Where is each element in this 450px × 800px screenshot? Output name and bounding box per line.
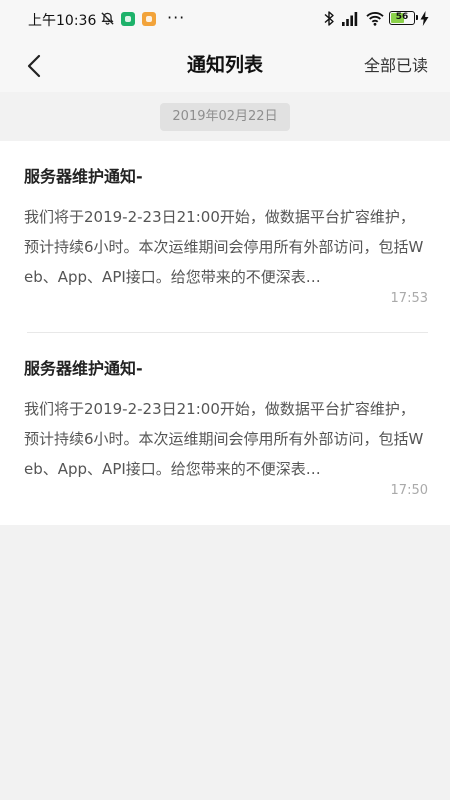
notice-body: 我们将于2019-2-23日21:00开始，做数据平台扩容维护，预计持续6小时。… <box>24 400 424 478</box>
notice-list: 服务器维护通知- 我们将于2019-2-23日21:00开始，做数据平台扩容维护… <box>0 141 450 525</box>
notice-item[interactable]: 服务器维护通知- 我们将于2019-2-23日21:00开始，做数据平台扩容维护… <box>0 141 450 333</box>
notifications-off-icon <box>101 12 114 25</box>
notice-time: 17:53 <box>390 291 428 306</box>
mark-all-read-button[interactable]: 全部已读 <box>364 52 428 76</box>
status-bar: 上午10:36 ··· 56 <box>0 0 450 38</box>
date-label: 2019年02月22日 <box>160 103 290 131</box>
battery-level-text: 56 <box>395 12 409 22</box>
notice-time: 17:50 <box>390 483 428 498</box>
status-time: 上午10:36 <box>28 13 97 29</box>
notice-title: 服务器维护通知- <box>24 167 143 186</box>
wifi-icon <box>366 12 384 26</box>
navigation-bar: 通知列表 全部已读 <box>0 38 450 92</box>
notice-body: 我们将于2019-2-23日21:00开始，做数据平台扩容维护，预计持续6小时。… <box>24 208 424 286</box>
notice-item[interactable]: 服务器维护通知- 我们将于2019-2-23日21:00开始，做数据平台扩容维护… <box>0 333 450 525</box>
cellular-signal-icon <box>342 12 358 26</box>
battery-icon: 56 <box>389 11 418 25</box>
bluetooth-icon <box>324 11 334 26</box>
more-notifications-icon: ··· <box>167 8 186 27</box>
security-app-icon <box>121 12 135 26</box>
charging-bolt-icon <box>420 11 429 26</box>
notes-app-icon <box>142 12 156 26</box>
notice-title: 服务器维护通知- <box>24 359 143 378</box>
